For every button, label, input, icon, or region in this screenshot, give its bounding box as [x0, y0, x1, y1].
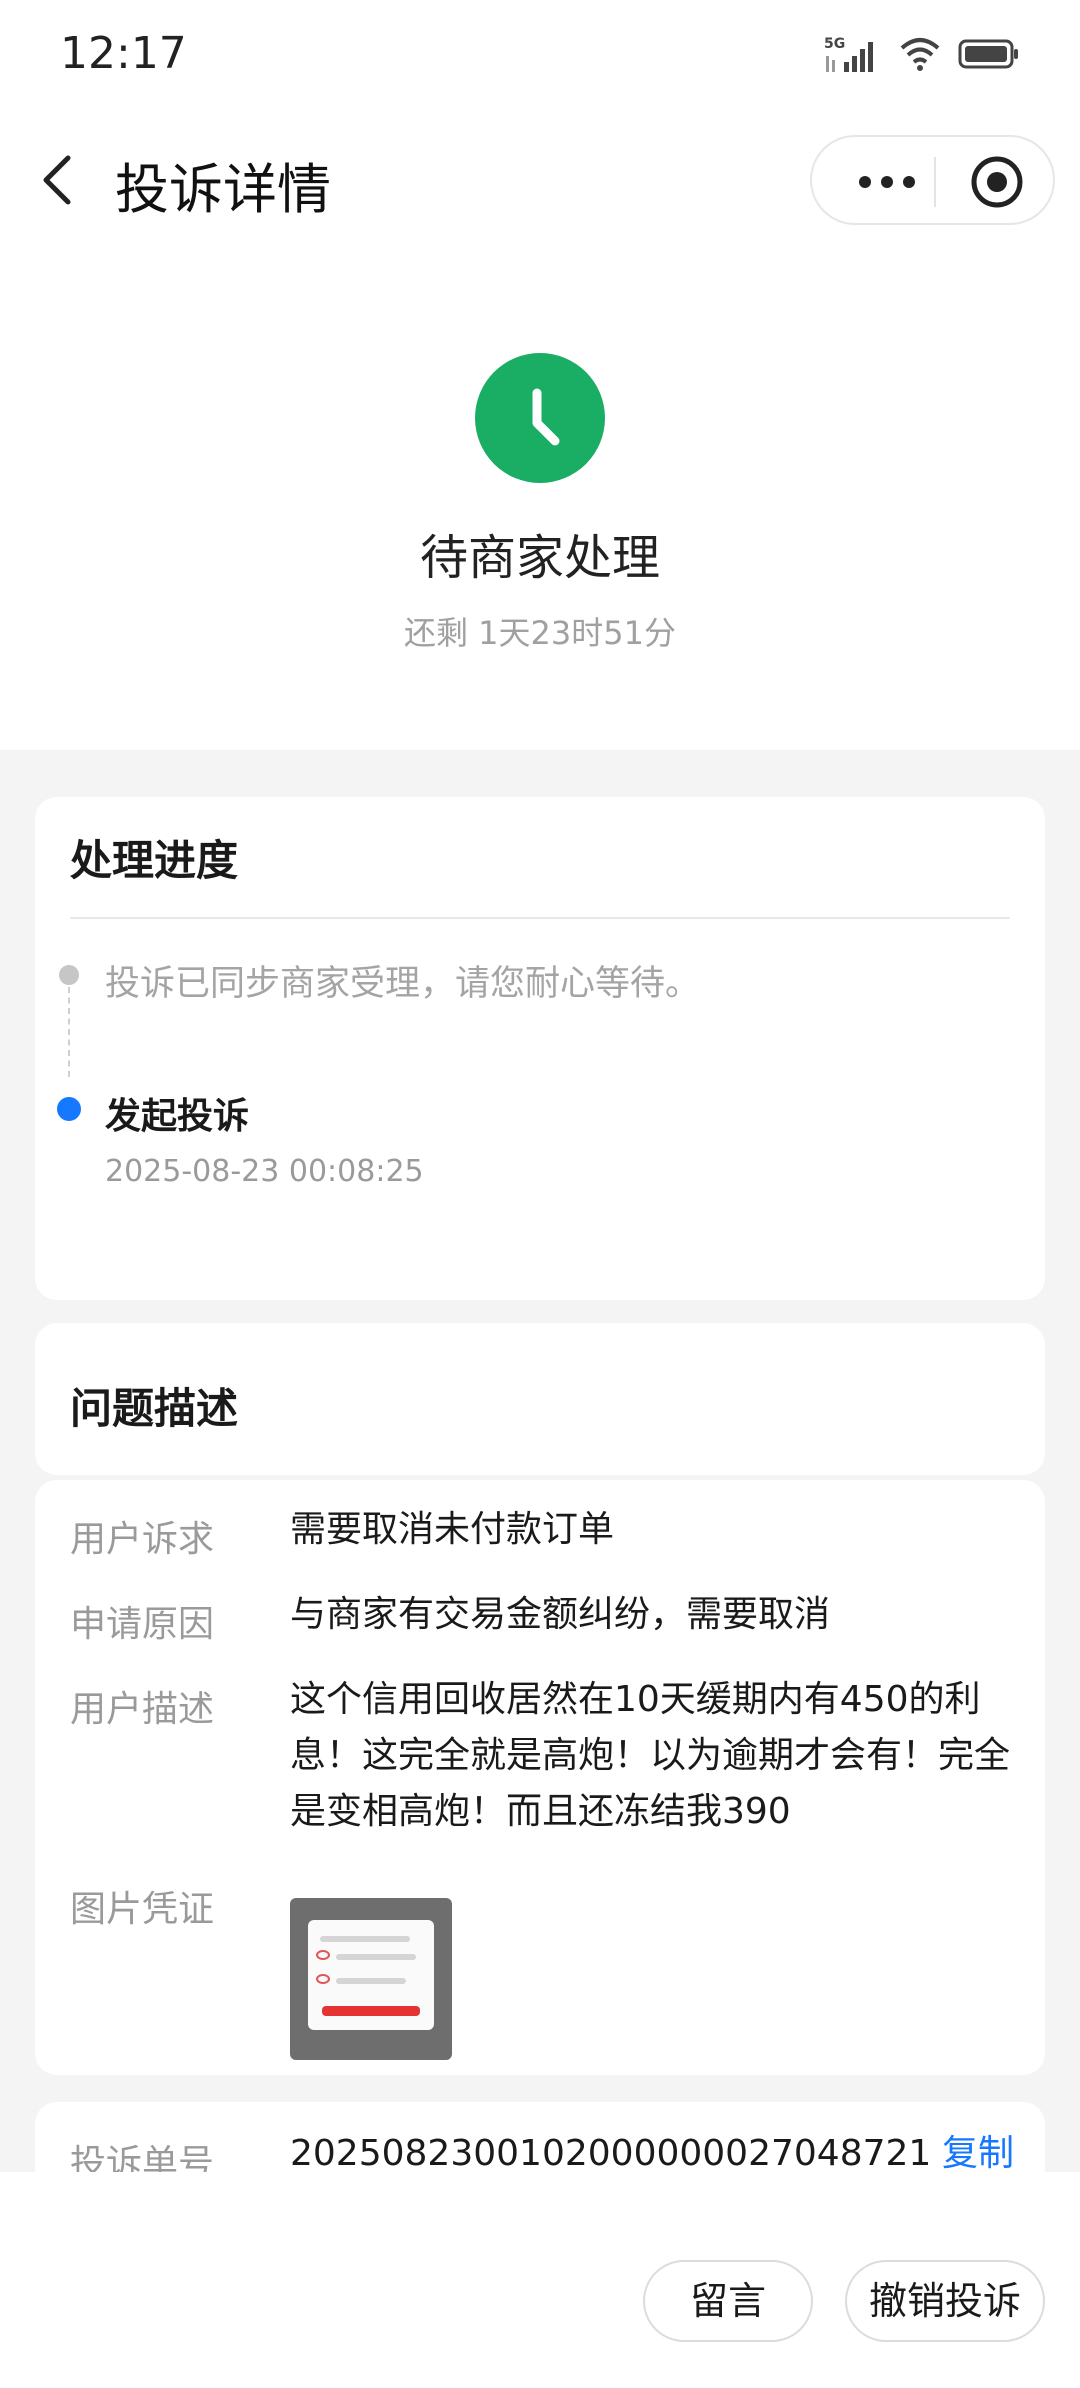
status-remaining-time: 还剩 1天23时51分	[404, 614, 676, 652]
revoke-complaint-button[interactable]: 撤销投诉	[845, 2260, 1045, 2342]
progress-divider	[70, 917, 1010, 919]
description-title: 问题描述	[70, 1384, 239, 1433]
nav-bar: 投诉详情	[0, 110, 1080, 250]
progress-card: 处理进度 投诉已同步商家受理，请您耐心等待。 发起投诉 2025-08-23 0…	[35, 797, 1045, 1300]
status-title: 待商家处理	[419, 530, 660, 586]
row-label-demand: 用户诉求	[70, 1519, 215, 1560]
timeline-dot-active	[57, 1097, 81, 1121]
row-value-demand: 需要取消未付款订单	[290, 1509, 615, 1550]
timeline-line	[68, 987, 70, 1077]
signal-icon: 5G	[824, 34, 882, 78]
progress-title: 处理进度	[70, 836, 239, 885]
description-title-card: 问题描述	[35, 1323, 1045, 1475]
row-label-evidence: 图片凭证	[70, 1889, 215, 1930]
clock-icon	[475, 353, 605, 483]
more-dots-icon[interactable]	[847, 157, 927, 207]
row-label-user-description: 用户描述	[70, 1689, 215, 1730]
evidence-image-thumbnail[interactable]	[290, 1898, 452, 2060]
mini-program-capsule	[810, 135, 1055, 225]
wifi-icon	[898, 36, 942, 76]
status-time: 12:17	[60, 28, 187, 79]
battery-icon	[958, 38, 1020, 74]
status-header: 待商家处理 还剩 1天23时51分	[0, 250, 1080, 750]
row-label-reason: 申请原因	[70, 1604, 215, 1645]
row-value-reason: 与商家有交易金额纠纷，需要取消	[290, 1594, 831, 1635]
message-button[interactable]: 留言	[643, 2260, 813, 2342]
timeline-item-title: 发起投诉	[105, 1096, 250, 1137]
capsule-divider	[934, 157, 936, 207]
bottom-action-bar: 留言 撤销投诉	[0, 2172, 1080, 2388]
row-value-user-description: 这个信用回收居然在10天缓期内有450的利息！这完全就是高炮！以为逾期才会有！完…	[290, 1679, 1011, 1832]
network-type: 5G	[824, 36, 845, 52]
status-icons: 5G	[824, 34, 1020, 78]
timeline-item-text: 投诉已同步商家受理，请您耐心等待。	[105, 964, 701, 1004]
description-card: 用户诉求 需要取消未付款订单 申请原因 与商家有交易金额纠纷，需要取消 用户描述…	[35, 1480, 1045, 2075]
timeline-item-time: 2025-08-23 00:08:25	[105, 1154, 424, 1189]
back-arrow-icon[interactable]	[30, 150, 90, 210]
timeline-dot-pending	[59, 965, 79, 985]
page-title: 投诉详情	[115, 158, 331, 221]
target-icon[interactable]	[970, 155, 1024, 209]
status-bar: 12:17 5G	[0, 0, 1080, 110]
